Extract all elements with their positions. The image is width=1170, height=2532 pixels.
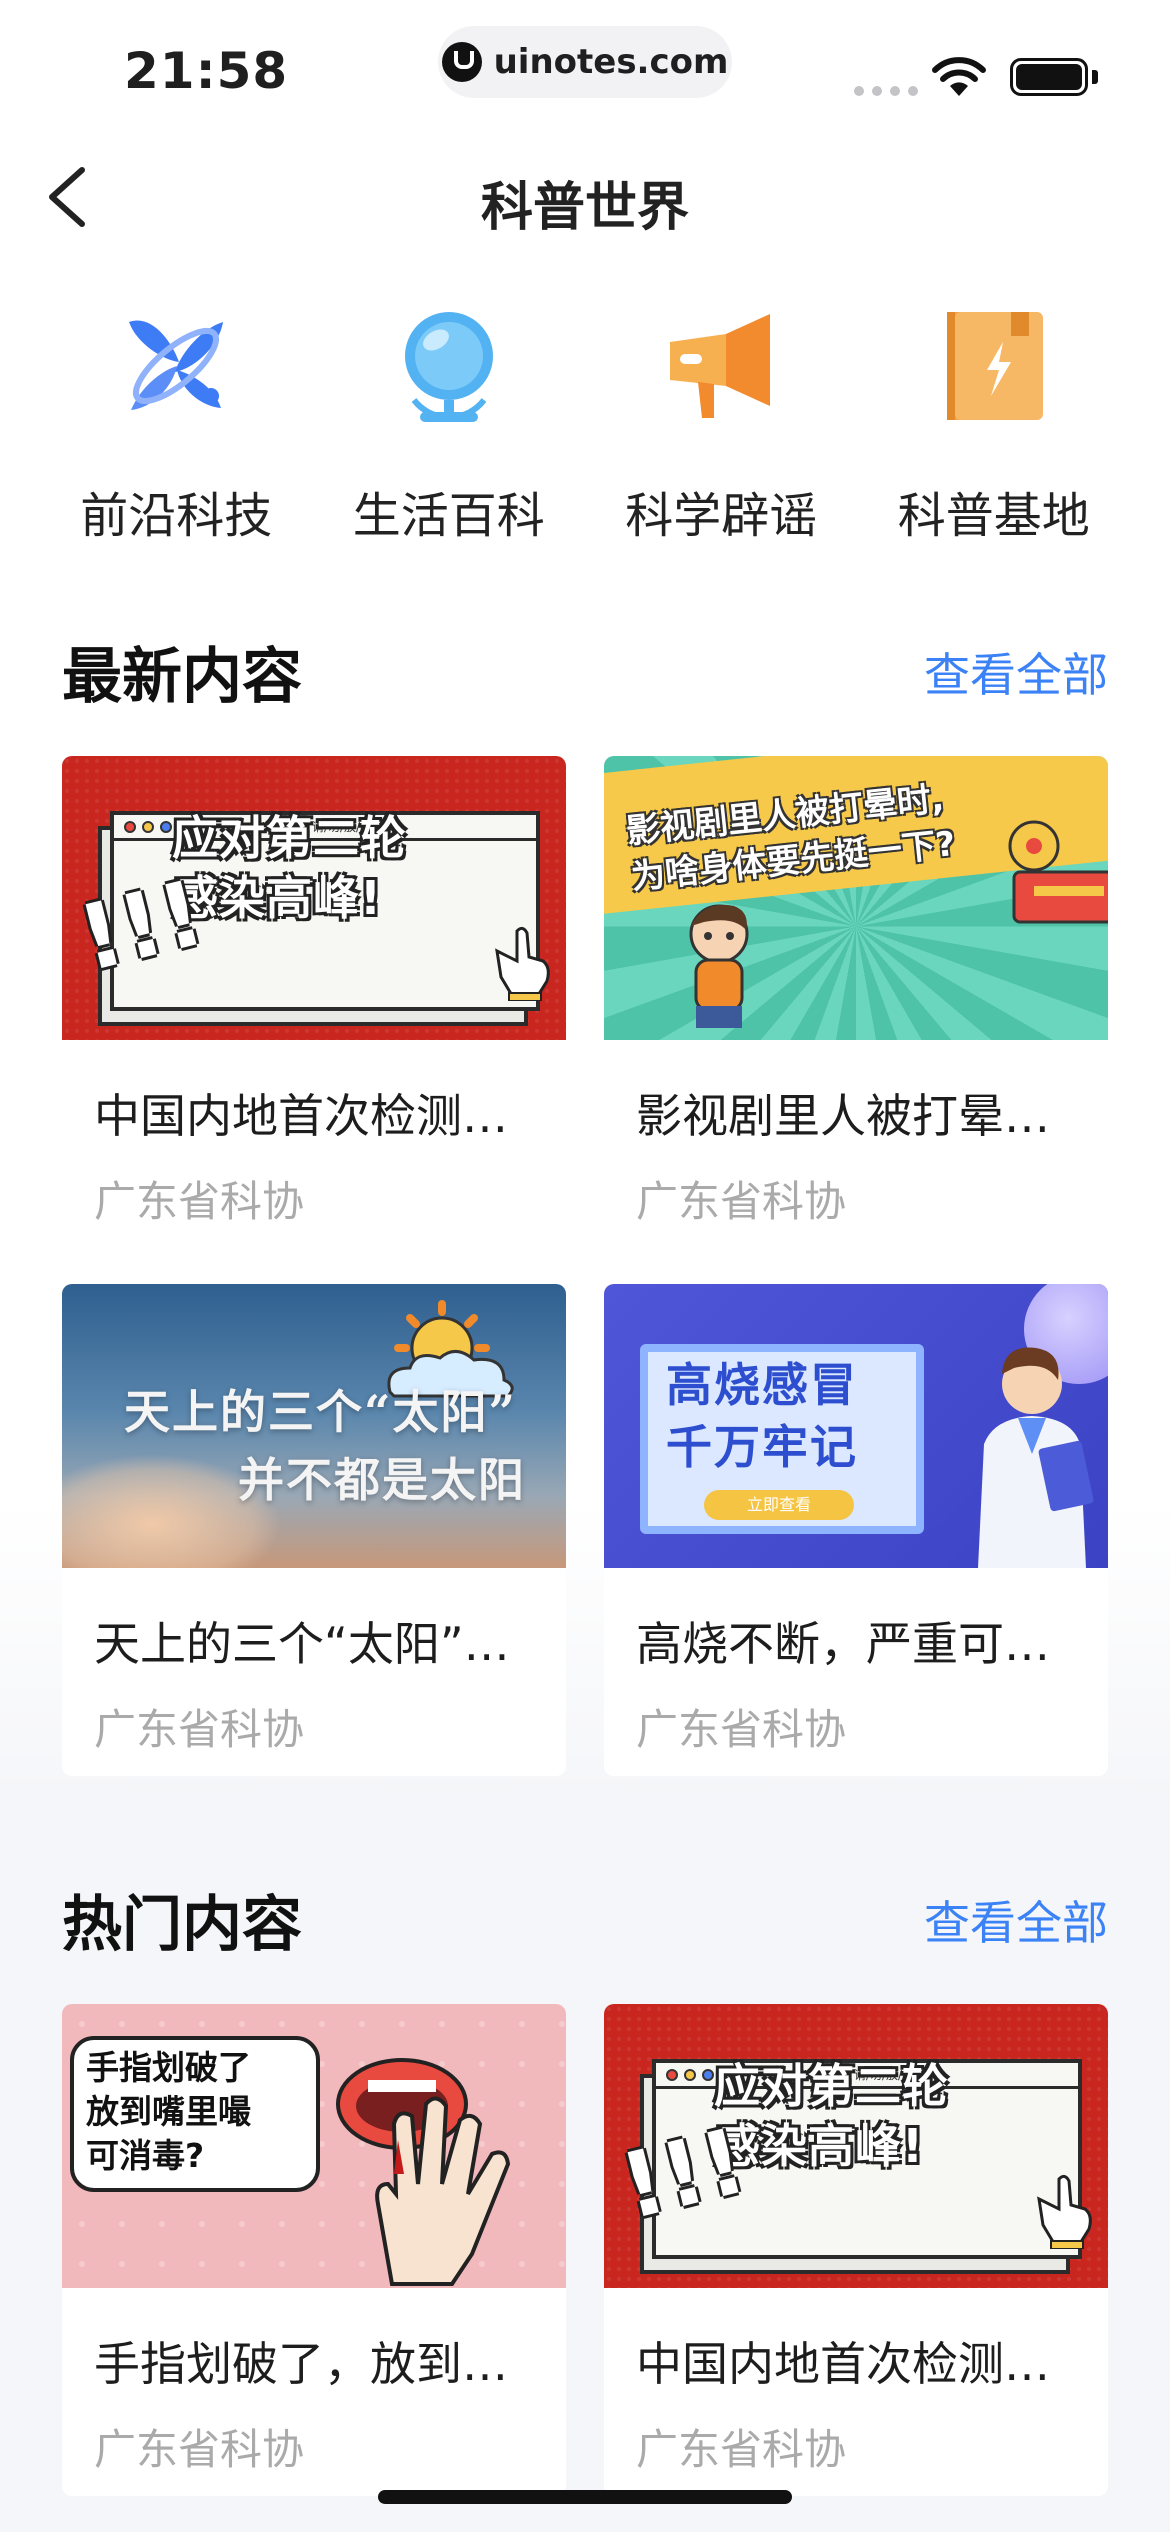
article-source: 广东省科协 bbox=[636, 2425, 847, 2474]
article-card[interactable]: 手指划破了 放到嘴里嘬 可消毒? 手指划破了，放到… 广东省科协 bbox=[62, 2004, 566, 2496]
category-label: 科普基地 bbox=[897, 488, 1090, 544]
category-science-base[interactable]: 科普基地 bbox=[858, 300, 1131, 546]
thumb-headline: 天上的三个“太阳” bbox=[124, 1385, 517, 1439]
article-title: 天上的三个“太阳”… bbox=[94, 1617, 510, 1671]
article-title: 手指划破了，放到… bbox=[94, 2337, 508, 2391]
page-title: 科普世界 bbox=[480, 178, 689, 238]
latest-section-header: 最新内容 查看全部 bbox=[62, 628, 1108, 715]
article-source: 广东省科协 bbox=[636, 1705, 847, 1754]
article-title: 影视剧里人被打晕… bbox=[636, 1089, 1050, 1143]
category-frontier-tech[interactable]: 前沿科技 bbox=[40, 300, 313, 546]
satellite-icon bbox=[129, 320, 224, 410]
globe-icon bbox=[404, 312, 493, 422]
battery-icon bbox=[1010, 58, 1088, 96]
hand-mouth-icon bbox=[336, 2058, 511, 2286]
article-thumbnail: 影视剧里人被打晕时, 为啥身体要先挺一下? bbox=[604, 756, 1108, 1040]
article-source: 广东省科协 bbox=[94, 2425, 305, 2474]
article-card[interactable]: 影视剧里人被打晕时, 为啥身体要先挺一下? 影视剧里人被打晕… 广东省科协 bbox=[604, 756, 1108, 1248]
article-thumbnail: 高烧感冒 千万牢记 立即查看 bbox=[604, 1284, 1108, 1568]
category-life-encyclopedia[interactable]: 生活百科 bbox=[313, 300, 586, 546]
section-title: 最新内容 bbox=[62, 642, 302, 712]
url-text: uinotes.com bbox=[493, 42, 729, 82]
article-source: 广东省科协 bbox=[636, 1177, 847, 1226]
latest-card-grid: 疫/情/仍/在 请/勿/放/松 应对第二轮 感染高峰! !!! 中国内地首次检测… bbox=[62, 756, 1108, 1776]
hot-section-header: 热门内容 查看全部 bbox=[62, 1876, 1108, 1963]
home-indicator[interactable] bbox=[378, 2490, 792, 2504]
article-card[interactable]: 高烧感冒 千万牢记 立即查看 高烧不断，严重可… 广东省科协 bbox=[604, 1284, 1108, 1776]
article-source: 广东省科协 bbox=[94, 1705, 305, 1754]
thumb-subheadline: 并不都是太阳 bbox=[238, 1453, 526, 1507]
battery-cap bbox=[1092, 70, 1098, 84]
article-thumbnail: 天上的三个“太阳” 并不都是太阳 bbox=[62, 1284, 566, 1568]
pointing-hand-icon bbox=[1037, 2174, 1092, 2249]
site-logo-icon bbox=[441, 42, 482, 82]
article-source: 广东省科协 bbox=[94, 1177, 305, 1226]
view-all-link[interactable]: 查看全部 bbox=[924, 639, 1108, 705]
category-label: 前沿科技 bbox=[80, 488, 273, 544]
doctor-icon bbox=[978, 1347, 1094, 1568]
section-title: 热门内容 bbox=[62, 1890, 302, 1960]
article-thumbnail: 手指划破了 放到嘴里嘬 可消毒? bbox=[62, 2004, 566, 2288]
book-bolt-icon bbox=[946, 312, 1043, 420]
category-label: 科学辟谣 bbox=[625, 488, 818, 544]
thumb-headline: 应对第二轮 感染高峰! bbox=[172, 811, 407, 925]
category-science-rumor[interactable]: 科学辟谣 bbox=[585, 300, 858, 546]
article-thumbnail: 疫/情/仍/在 请/勿/放/松 应对第二轮 感染高峰! !!! bbox=[604, 2004, 1108, 2288]
article-card[interactable]: 疫/情/仍/在 请/勿/放/松 应对第二轮 感染高峰! !!! 中国内地首次检测… bbox=[62, 756, 566, 1248]
article-card[interactable]: 疫/情/仍/在 请/勿/放/松 应对第二轮 感染高峰! !!! 中国内地首次检测… bbox=[604, 2004, 1108, 2496]
url-pill[interactable]: uinotes.com bbox=[438, 26, 732, 98]
article-title: 高烧不断，严重可… bbox=[636, 1617, 1050, 1671]
thumb-headline: 应对第二轮 感染高峰! bbox=[714, 2059, 949, 2173]
article-card[interactable]: 天上的三个“太阳” 并不都是太阳 天上的三个“太阳”… 广东省科协 bbox=[62, 1284, 566, 1776]
category-grid: 前沿科技 生活百科 科学辟谣 科普基地 bbox=[40, 300, 1130, 546]
cellular-signal-icon bbox=[854, 86, 918, 96]
pointing-hand-icon bbox=[495, 926, 550, 1001]
dizzy-person-icon bbox=[689, 904, 749, 1028]
article-title: 中国内地首次检测… bbox=[94, 1089, 508, 1143]
film-camera-icon bbox=[1008, 820, 1108, 924]
thumb-button: 立即查看 bbox=[704, 1490, 854, 1520]
view-all-link[interactable]: 查看全部 bbox=[924, 1887, 1108, 1953]
megaphone-icon bbox=[670, 314, 771, 418]
thumb-headline: 手指划破了 放到嘴里嘬 可消毒? bbox=[86, 2048, 251, 2175]
status-time: 21:58 bbox=[124, 42, 289, 100]
article-title: 中国内地首次检测… bbox=[636, 2337, 1050, 2391]
status-bar: 21:58 uinotes.com bbox=[0, 0, 1170, 140]
category-label: 生活百科 bbox=[352, 488, 545, 544]
thumb-headline: 高烧感冒 千万牢记 bbox=[666, 1358, 858, 1474]
hot-card-grid: 手指划破了 放到嘴里嘬 可消毒? 手指划破了，放到… 广东省科协 疫/情/仍/在… bbox=[62, 2004, 1108, 2496]
wifi-icon bbox=[932, 57, 986, 96]
article-thumbnail: 疫/情/仍/在 请/勿/放/松 应对第二轮 感染高峰! !!! bbox=[62, 756, 566, 1040]
